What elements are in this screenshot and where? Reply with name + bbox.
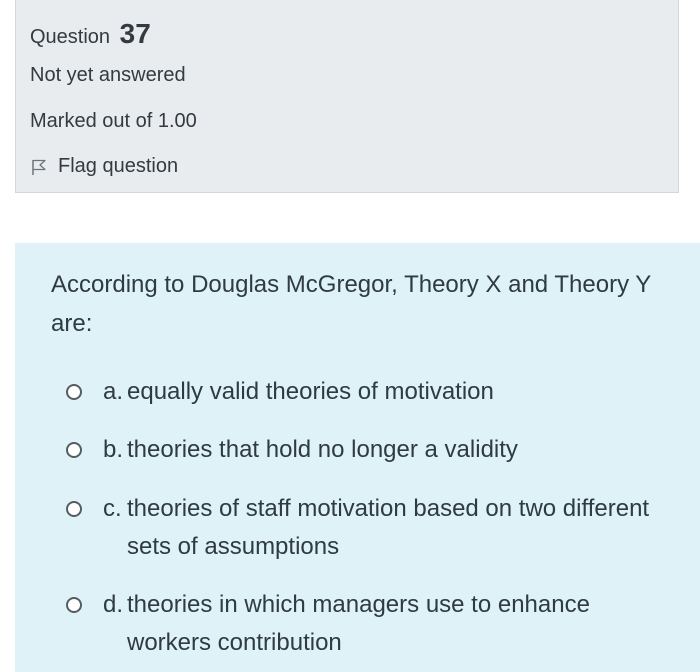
option-letter-b: b.: [103, 436, 124, 463]
question-number-value: 37: [119, 18, 151, 49]
question-grade: Marked out of 1.00: [30, 110, 197, 132]
option-letter-d: d.: [103, 591, 124, 618]
radio-button-c[interactable]: [66, 501, 82, 517]
question-content: According to Douglas McGregor, Theory X …: [15, 243, 700, 672]
flag-question-link[interactable]: Flag question: [30, 155, 178, 178]
answer-option-d[interactable]: d. theories in which managers use to enh…: [51, 586, 671, 662]
question-state: Not yet answered: [30, 64, 186, 86]
option-letter-a: a.: [103, 378, 124, 405]
option-text-c: theories of staff motivation based on tw…: [127, 495, 650, 560]
option-text-a: equally valid theories of motivation: [127, 378, 494, 405]
flag-question-label: Flag question: [58, 155, 179, 177]
radio-button-a[interactable]: [66, 384, 82, 400]
question-number: Question 37: [30, 18, 151, 50]
radio-button-d[interactable]: [66, 597, 82, 613]
option-text-d: theories in which managers use to enhanc…: [127, 591, 590, 656]
question-label: Question: [30, 26, 111, 48]
question-info-panel: Question 37 Not yet answered Marked out …: [15, 0, 679, 193]
answer-option-c[interactable]: c. theories of staff motivation based on…: [51, 490, 671, 566]
question-text: According to Douglas McGregor, Theory X …: [51, 271, 651, 337]
answer-option-b[interactable]: b. theories that hold no longer a validi…: [51, 431, 671, 469]
answer-option-a[interactable]: a. equally valid theories of motivation: [51, 373, 671, 411]
option-letter-c: c.: [103, 495, 122, 522]
option-text-b: theories that hold no longer a validity: [127, 436, 518, 463]
flag-icon: [32, 159, 46, 175]
radio-button-b[interactable]: [66, 442, 82, 458]
